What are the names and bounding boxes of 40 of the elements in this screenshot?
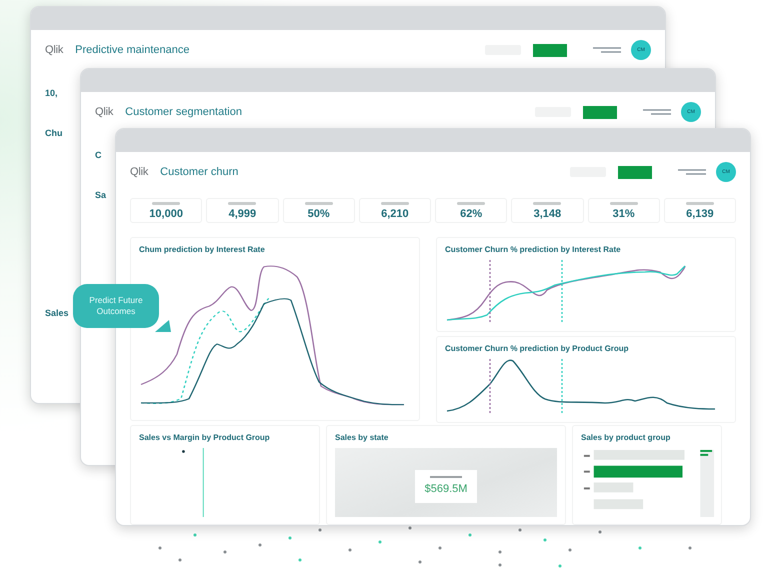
logo: Qlik — [95, 106, 114, 118]
menu-icon[interactable] — [593, 46, 623, 54]
partial-text: C — [95, 150, 102, 160]
chart-title: Customer Churn % prediction by Product Group — [445, 344, 630, 353]
action-button[interactable] — [533, 44, 567, 56]
kpi-value: 31% — [612, 208, 635, 220]
sales-value: $569.5M — [424, 483, 468, 495]
partial-text: 10, — [45, 88, 58, 98]
marker-line — [561, 260, 563, 322]
chart-title: Chum prediction by Interest Rate — [139, 245, 266, 254]
chart-title: Sales by product group — [581, 433, 672, 442]
logo: Qlik — [130, 166, 148, 178]
pointer-icon — [155, 318, 171, 334]
menu-icon[interactable] — [678, 168, 708, 176]
window-title: Customer churn — [160, 166, 240, 178]
menu-icon[interactable] — [643, 108, 673, 116]
kpi-value: 4,999 — [228, 208, 256, 220]
chart-title: Customer Churn % prediction by Interest Rate — [445, 245, 622, 254]
kpi-value: 6,139 — [686, 208, 714, 220]
logo: Qlik — [45, 44, 64, 56]
marker-line — [561, 359, 563, 414]
window-title: Customer segmentation — [125, 106, 243, 118]
data-point — [182, 450, 185, 453]
window-title: Predictive maintenance — [75, 44, 190, 56]
partial-text: Sa — [95, 190, 106, 200]
marker-line — [489, 260, 491, 322]
kpi-value: 62% — [460, 208, 482, 220]
chart-title: Sales by state — [335, 433, 390, 442]
kpi-value: 3,148 — [534, 208, 562, 220]
kpi-value: 50% — [308, 208, 330, 220]
reference-line — [202, 448, 204, 517]
action-button[interactable] — [618, 166, 652, 178]
callout-bubble: Predict Future Outcomes — [73, 284, 159, 328]
kpi-value: 10,000 — [149, 208, 183, 220]
partial-text: Sales — [45, 308, 69, 318]
chart-title: Sales vs Margin by Product Group — [139, 433, 271, 442]
kpi-value: 6,210 — [381, 208, 409, 220]
action-button[interactable] — [583, 106, 617, 118]
marker-line — [489, 359, 491, 414]
partial-text: Chu — [45, 128, 62, 138]
